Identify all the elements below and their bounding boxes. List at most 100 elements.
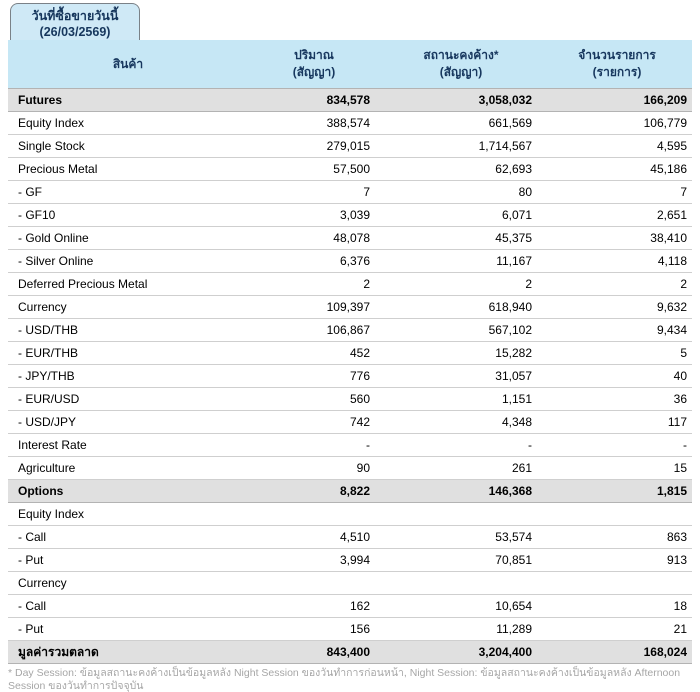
product-cell: - GF: [8, 181, 248, 204]
product-cell: - Call: [8, 526, 248, 549]
summary-row: Futures834,5783,058,032166,209: [8, 89, 692, 112]
volume-cell: 388,574: [248, 112, 380, 135]
open-interest-cell: 70,851: [380, 549, 542, 572]
table-row: Equity Index: [8, 503, 692, 526]
volume-cell: 776: [248, 365, 380, 388]
table-row: - Gold Online48,07845,37538,410: [8, 227, 692, 250]
product-cell: Precious Metal: [8, 158, 248, 181]
volume-cell: [248, 503, 380, 526]
open-interest-cell: 15,282: [380, 342, 542, 365]
deals-cell: 168,024: [542, 641, 692, 664]
table-row: - EUR/THB45215,2825: [8, 342, 692, 365]
volume-cell: 162: [248, 595, 380, 618]
table-row: Interest Rate---: [8, 434, 692, 457]
volume-cell: 3,039: [248, 204, 380, 227]
product-cell: - Silver Online: [8, 250, 248, 273]
volume-cell: 57,500: [248, 158, 380, 181]
table-row: Precious Metal57,50062,69345,186: [8, 158, 692, 181]
product-cell: - USD/THB: [8, 319, 248, 342]
table-row: - Put15611,28921: [8, 618, 692, 641]
deals-cell: 2,651: [542, 204, 692, 227]
column-header-open-interest: สถานะคงค้าง* (สัญญา): [380, 40, 542, 89]
table-row: - JPY/THB77631,05740: [8, 365, 692, 388]
deals-cell: [542, 572, 692, 595]
open-interest-cell: [380, 572, 542, 595]
open-interest-cell: 31,057: [380, 365, 542, 388]
deals-cell: 36: [542, 388, 692, 411]
product-cell: Interest Rate: [8, 434, 248, 457]
volume-cell: -: [248, 434, 380, 457]
column-header-deals-unit: (รายการ): [542, 64, 692, 81]
product-cell: Single Stock: [8, 135, 248, 158]
product-cell: Agriculture: [8, 457, 248, 480]
table-row: - GF7807: [8, 181, 692, 204]
product-cell: - USD/JPY: [8, 411, 248, 434]
table-body: Futures834,5783,058,032166,209 Equity Ind…: [8, 89, 692, 664]
summary-row: มูลค่ารวมตลาด843,4003,204,400168,024: [8, 641, 692, 664]
volume-cell: 843,400: [248, 641, 380, 664]
open-interest-cell: 45,375: [380, 227, 542, 250]
deals-cell: 166,209: [542, 89, 692, 112]
open-interest-cell: 6,071: [380, 204, 542, 227]
deals-cell: 45,186: [542, 158, 692, 181]
deals-cell: 7: [542, 181, 692, 204]
open-interest-cell: 3,058,032: [380, 89, 542, 112]
deals-cell: 117: [542, 411, 692, 434]
volume-cell: 2: [248, 273, 380, 296]
deals-cell: 15: [542, 457, 692, 480]
volume-cell: 3,994: [248, 549, 380, 572]
product-cell: Equity Index: [8, 503, 248, 526]
open-interest-cell: 2: [380, 273, 542, 296]
open-interest-cell: -: [380, 434, 542, 457]
table-row: - GF103,0396,0712,651: [8, 204, 692, 227]
column-header-volume: ปริมาณ (สัญญา): [248, 40, 380, 89]
table-row: - Silver Online6,37611,1674,118: [8, 250, 692, 273]
table-row: Deferred Precious Metal222: [8, 273, 692, 296]
session-footnote: * Day Session: ข้อมูลสถานะคงค้างเป็นข้อม…: [8, 667, 692, 692]
open-interest-cell: 4,348: [380, 411, 542, 434]
open-interest-cell: 1,151: [380, 388, 542, 411]
volume-cell: 106,867: [248, 319, 380, 342]
deals-cell: [542, 503, 692, 526]
deals-cell: 863: [542, 526, 692, 549]
volume-cell: 279,015: [248, 135, 380, 158]
product-cell: - EUR/THB: [8, 342, 248, 365]
product-cell: - Call: [8, 595, 248, 618]
volume-cell: 109,397: [248, 296, 380, 319]
table-row: Single Stock279,0151,714,5674,595: [8, 135, 692, 158]
table-row: - Call16210,65418: [8, 595, 692, 618]
volume-cell: [248, 572, 380, 595]
tab-trading-date[interactable]: วันที่ซื้อขายวันนี้ (26/03/2569): [10, 3, 140, 40]
product-cell: Deferred Precious Metal: [8, 273, 248, 296]
deals-cell: 18: [542, 595, 692, 618]
deals-cell: 4,595: [542, 135, 692, 158]
product-cell: - EUR/USD: [8, 388, 248, 411]
open-interest-cell: 11,289: [380, 618, 542, 641]
volume-cell: 4,510: [248, 526, 380, 549]
product-cell: - JPY/THB: [8, 365, 248, 388]
open-interest-cell: 261: [380, 457, 542, 480]
deals-cell: 21: [542, 618, 692, 641]
column-header-product: สินค้า: [8, 40, 248, 89]
table-row: - USD/THB106,867567,1029,434: [8, 319, 692, 342]
volume-cell: 452: [248, 342, 380, 365]
deals-cell: 38,410: [542, 227, 692, 250]
table-row: Currency109,397618,9409,632: [8, 296, 692, 319]
product-cell: Futures: [8, 89, 248, 112]
product-cell: มูลค่ารวมตลาด: [8, 641, 248, 664]
column-header-open-interest-label: สถานะคงค้าง*: [380, 47, 542, 64]
table-row: - EUR/USD5601,15136: [8, 388, 692, 411]
open-interest-cell: 80: [380, 181, 542, 204]
volume-cell: 834,578: [248, 89, 380, 112]
open-interest-cell: 618,940: [380, 296, 542, 319]
volume-cell: 7: [248, 181, 380, 204]
session-footnote-text: * Day Session: ข้อมูลสถานะคงค้างเป็นข้อม…: [8, 667, 680, 692]
volume-cell: 90: [248, 457, 380, 480]
summary-row: Options8,822146,3681,815: [8, 480, 692, 503]
deals-cell: 913: [542, 549, 692, 572]
deals-cell: -: [542, 434, 692, 457]
open-interest-cell: 11,167: [380, 250, 542, 273]
volume-cell: 48,078: [248, 227, 380, 250]
product-cell: Options: [8, 480, 248, 503]
table-row: - USD/JPY7424,348117: [8, 411, 692, 434]
